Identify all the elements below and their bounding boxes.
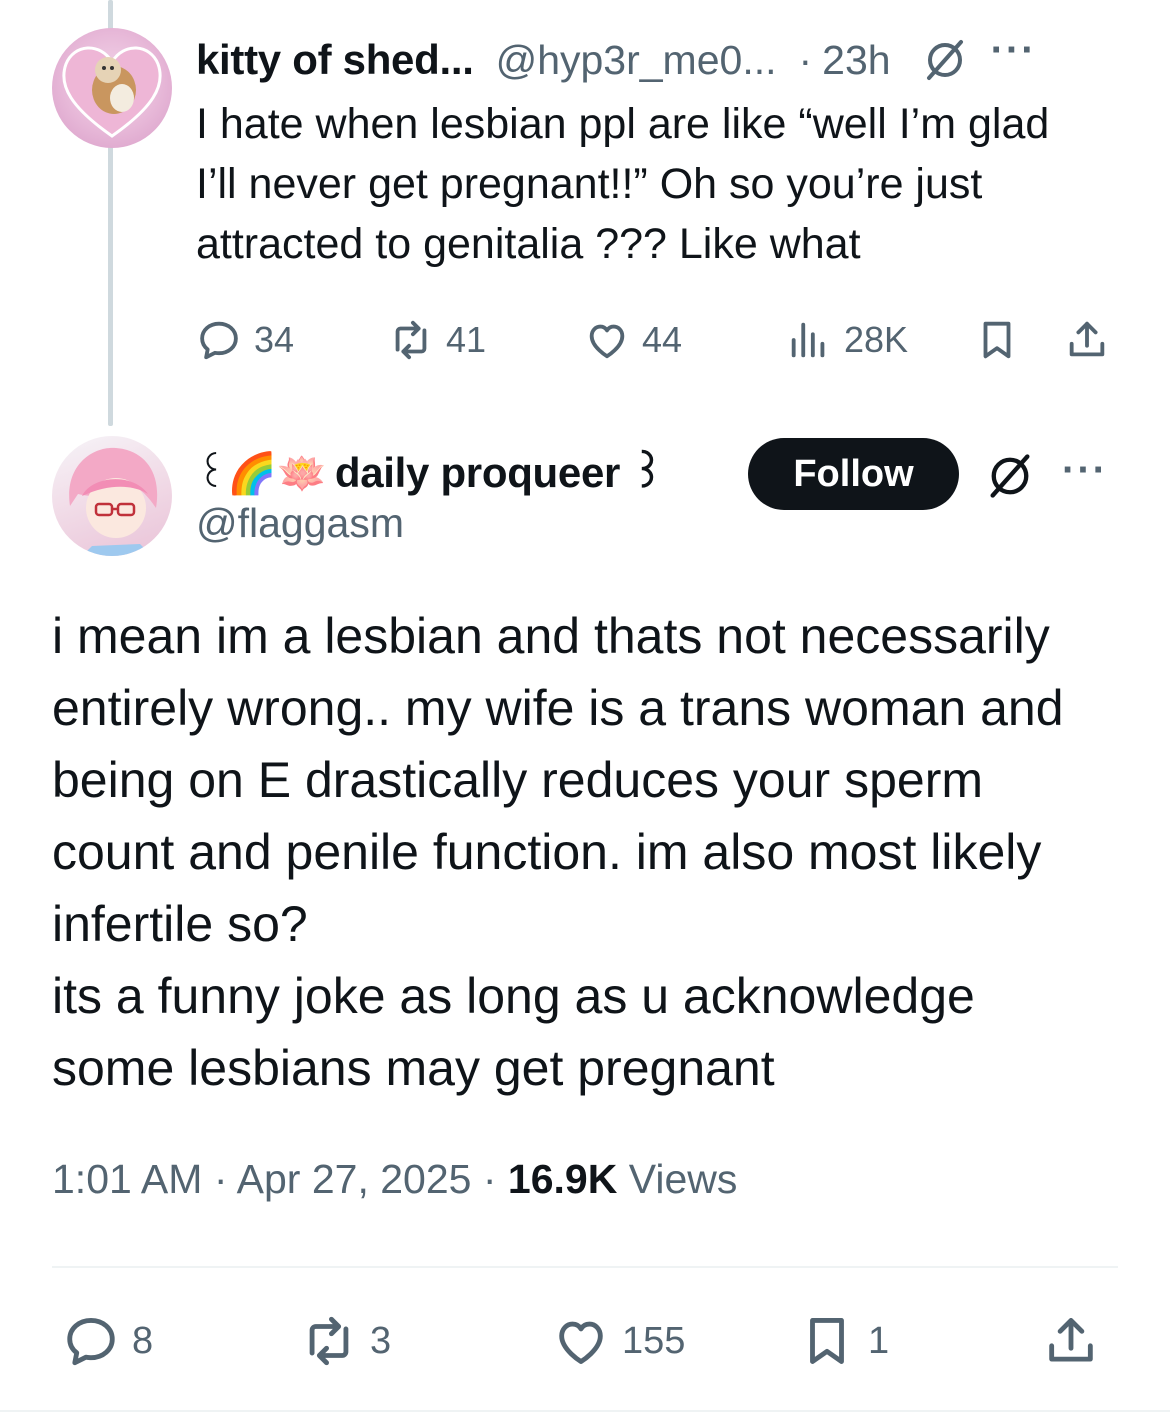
like-count: 155 bbox=[622, 1319, 686, 1362]
author-name[interactable]: kitty of shed... bbox=[196, 36, 474, 84]
grok-icon[interactable] bbox=[984, 450, 1036, 502]
like-button[interactable]: 155 bbox=[552, 1306, 685, 1376]
grok-icon[interactable] bbox=[921, 36, 969, 84]
main-action-bar: 8 3 155 1 bbox=[52, 1306, 1118, 1376]
timestamp[interactable]: 23h bbox=[822, 37, 890, 84]
separator-dot: · bbox=[798, 36, 813, 83]
reply-count: 8 bbox=[132, 1319, 154, 1362]
main-tweet-text: i mean im a lesbian and thats not necess… bbox=[52, 608, 1064, 1096]
avatar[interactable] bbox=[52, 436, 172, 556]
tweet-metadata: 1:01 AM · Apr 27, 2025 · 16.9K Views bbox=[52, 1156, 737, 1203]
separator-dot: · bbox=[213, 1156, 228, 1202]
follow-button[interactable]: Follow bbox=[748, 438, 959, 510]
share-icon bbox=[1069, 321, 1105, 357]
like-count: 44 bbox=[642, 319, 683, 360]
share-icon bbox=[1049, 1318, 1093, 1362]
repost-icon bbox=[395, 320, 427, 360]
repost-icon bbox=[309, 1316, 349, 1366]
main-author-name-row: ꒰🌈🪷 daily proqueer ꒱ bbox=[196, 440, 664, 500]
views-count: 28K bbox=[844, 319, 909, 360]
views-label: Views bbox=[628, 1156, 738, 1202]
bookmark-count: 1 bbox=[868, 1319, 890, 1362]
like-icon bbox=[559, 1321, 603, 1364]
reply-icon bbox=[67, 1318, 115, 1366]
like-button[interactable]: 44 bbox=[584, 310, 682, 370]
author-handle[interactable]: @flaggasm bbox=[196, 500, 404, 547]
bookmark-icon bbox=[983, 321, 1011, 359]
anime-girl-avatar-image bbox=[69, 447, 158, 556]
reply-button[interactable]: 8 bbox=[62, 1306, 153, 1376]
share-button[interactable] bbox=[1042, 1306, 1100, 1376]
author-name[interactable]: daily proqueer ꒱ bbox=[335, 443, 664, 498]
parent-tweet-header: kitty of shed... @hyp3r_me0... · 23h ··· bbox=[196, 30, 1126, 88]
reply-button[interactable]: 34 bbox=[196, 310, 294, 370]
more-icon[interactable]: ··· bbox=[991, 30, 1037, 70]
like-icon bbox=[589, 324, 625, 359]
divider bbox=[52, 1266, 1118, 1268]
separator-dot: · bbox=[482, 1156, 497, 1202]
bookmark-button[interactable] bbox=[974, 310, 1020, 370]
repost-button[interactable]: 41 bbox=[388, 310, 486, 370]
share-button[interactable] bbox=[1064, 310, 1110, 370]
views-button[interactable]: 28K bbox=[786, 310, 908, 370]
avatar[interactable] bbox=[52, 28, 172, 148]
bookmark-button[interactable]: 1 bbox=[798, 1306, 889, 1376]
name-emoji-decoration: ꒰🌈🪷 bbox=[196, 451, 327, 496]
more-icon[interactable]: ··· bbox=[1062, 448, 1108, 493]
views-count: 16.9K bbox=[507, 1156, 618, 1202]
parent-action-bar: 34 41 44 28K bbox=[196, 310, 1126, 370]
divider bbox=[0, 1410, 1170, 1412]
repost-count: 3 bbox=[370, 1319, 392, 1362]
cat-heart-avatar-image bbox=[62, 46, 162, 138]
repost-count: 41 bbox=[446, 319, 487, 360]
bookmark-icon bbox=[810, 1318, 844, 1364]
post-date[interactable]: Apr 27, 2025 bbox=[237, 1156, 472, 1202]
reply-icon bbox=[200, 321, 238, 360]
reply-count: 34 bbox=[254, 319, 295, 360]
post-time[interactable]: 1:01 AM bbox=[52, 1156, 202, 1202]
parent-tweet-text: I hate when lesbian ppl are like “well I… bbox=[196, 100, 1050, 268]
views-icon bbox=[791, 322, 825, 358]
repost-button[interactable]: 3 bbox=[300, 1306, 391, 1376]
author-handle[interactable]: @hyp3r_me0... bbox=[496, 37, 777, 84]
